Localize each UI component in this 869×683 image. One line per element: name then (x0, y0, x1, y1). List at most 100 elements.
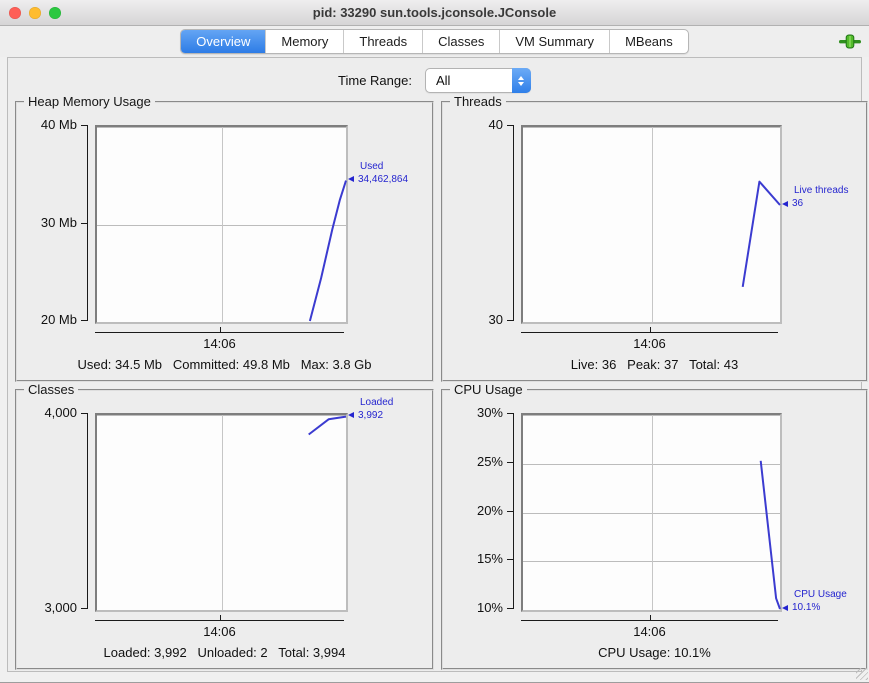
series-legend: Loaded3,992 (348, 396, 393, 422)
y-tick-label: 30% (447, 405, 503, 420)
plot-area (95, 413, 348, 612)
legend-value-row: 3,992 (348, 409, 393, 422)
legend-value-row: 10.1% (782, 601, 847, 614)
y-tick (81, 413, 88, 414)
panel-title: CPU Usage (450, 382, 527, 397)
x-axis (521, 620, 778, 621)
gridline (97, 610, 346, 611)
time-range-select[interactable]: All (425, 68, 531, 93)
y-tick-label: 25% (447, 454, 503, 469)
x-tick-label: 14:06 (95, 336, 344, 351)
x-tick (220, 615, 221, 620)
plot-area (95, 125, 348, 324)
legend-current-value: 3,992 (358, 409, 383, 422)
x-tick-label: 14:06 (521, 624, 778, 639)
plot-area (521, 125, 782, 324)
panel-title: Threads (450, 94, 506, 109)
threads-panel: Threads 403014:06Live threads36 Live: 36… (441, 101, 868, 382)
y-tick-label: 20 Mb (21, 312, 77, 327)
cpu-usage-panel: CPU Usage 30% 25% 20% 15% 10% 14:06 CPU Usage1… (441, 389, 868, 670)
panel-title: Heap Memory Usage (24, 94, 155, 109)
current-value-arrow-icon (782, 201, 788, 207)
titlebar: pid: 33290 sun.tools.jconsole.JConsole (0, 0, 869, 26)
heap-memory-panel: Heap Memory Usage 40 Mb30 Mb20 Mb14:06Us… (15, 101, 434, 382)
legend-series-name: CPU Usage (794, 588, 847, 601)
series-plot (97, 127, 346, 322)
x-tick (650, 615, 651, 620)
y-tick (507, 511, 514, 512)
legend-value-row: 34,462,864 (348, 173, 408, 186)
tab-overview[interactable]: Overview (181, 30, 266, 53)
time-range-label: Time Range: (338, 73, 412, 88)
x-axis (95, 620, 344, 621)
gridline (523, 610, 780, 611)
tab-vm-summary[interactable]: VM Summary (500, 30, 610, 53)
series-plot (97, 415, 346, 610)
series-legend: CPU Usage10.1% (782, 588, 847, 614)
legend-value-row: 36 (782, 197, 848, 210)
legend-series-name: Used (360, 160, 408, 173)
y-tick (81, 125, 88, 126)
y-tick (81, 320, 88, 321)
gridline (97, 322, 346, 323)
x-axis (521, 332, 778, 333)
time-range-row: Time Range: All (8, 68, 861, 93)
y-tick-label: 20% (447, 503, 503, 518)
x-tick (650, 327, 651, 332)
y-axis (87, 413, 88, 608)
y-tick (81, 223, 88, 224)
legend-current-value: 34,462,864 (358, 173, 408, 186)
legend-series-name: Loaded (360, 396, 393, 409)
y-tick (507, 125, 514, 126)
y-tick (507, 608, 514, 609)
minimize-button[interactable] (29, 7, 41, 19)
x-tick (220, 327, 221, 332)
y-tick (507, 320, 514, 321)
tab-group: OverviewMemoryThreadsClassesVM SummaryMB… (180, 29, 689, 54)
zoom-button[interactable] (49, 7, 61, 19)
panel-title: Classes (24, 382, 78, 397)
y-tick (507, 559, 514, 560)
classes-stats: Loaded: 3,992 Unloaded: 2 Total: 3,994 (17, 645, 432, 660)
tab-mbeans[interactable]: MBeans (610, 30, 688, 53)
y-tick (507, 462, 514, 463)
traffic-lights (9, 0, 61, 25)
series-line-loaded (309, 417, 346, 435)
legend-current-value: 10.1% (792, 601, 820, 614)
close-button[interactable] (9, 7, 21, 19)
time-range-value: All (426, 73, 512, 88)
current-value-arrow-icon (348, 412, 354, 418)
y-tick-label: 30 (447, 312, 503, 327)
content-panel: Time Range: All Heap Memory Usage 40 Mb 3… (7, 57, 862, 672)
tab-classes[interactable]: Classes (423, 30, 500, 53)
legend-series-name: Live threads (794, 184, 848, 197)
y-tick-label: 15% (447, 551, 503, 566)
y-tick-label: 10% (447, 600, 503, 615)
window-resize-grip[interactable] (856, 668, 868, 680)
current-value-arrow-icon (782, 605, 788, 611)
window-title: pid: 33290 sun.tools.jconsole.JConsole (313, 5, 556, 20)
x-axis (95, 332, 344, 333)
series-plot (523, 127, 780, 322)
legend-current-value: 36 (792, 197, 803, 210)
tab-bar: OverviewMemoryThreadsClassesVM SummaryMB… (0, 26, 869, 57)
tab-threads[interactable]: Threads (344, 30, 423, 53)
series-line-live-threads (743, 182, 780, 287)
classes-panel: Classes 4,0003,00014:06Loaded3,992 Loade… (15, 389, 434, 670)
classes-chart: 4,0003,00014:06Loaded3,992 (21, 407, 428, 639)
series-legend: Used34,462,864 (348, 160, 408, 186)
heap-memory-stats: Used: 34.5 Mb Committed: 49.8 Mb Max: 3.… (17, 357, 432, 372)
cpu-usage-chart: 30% 25% 20% 15% 10% 14:06 CPU Usage10.1% (447, 407, 862, 639)
series-legend: Live threads36 (782, 184, 848, 210)
y-tick (81, 608, 88, 609)
cpu-usage-stats: CPU Usage: 10.1% (443, 645, 866, 660)
x-tick-label: 14:06 (521, 336, 778, 351)
y-tick-label: 3,000 (21, 600, 77, 615)
y-tick-label: 4,000 (21, 405, 77, 420)
series-line-used (310, 181, 346, 321)
gridline (523, 322, 780, 323)
tab-memory[interactable]: Memory (266, 30, 344, 53)
threads-chart: 403014:06Live threads36 (447, 119, 862, 351)
y-axis (513, 125, 514, 320)
y-tick-label: 40 Mb (21, 117, 77, 132)
